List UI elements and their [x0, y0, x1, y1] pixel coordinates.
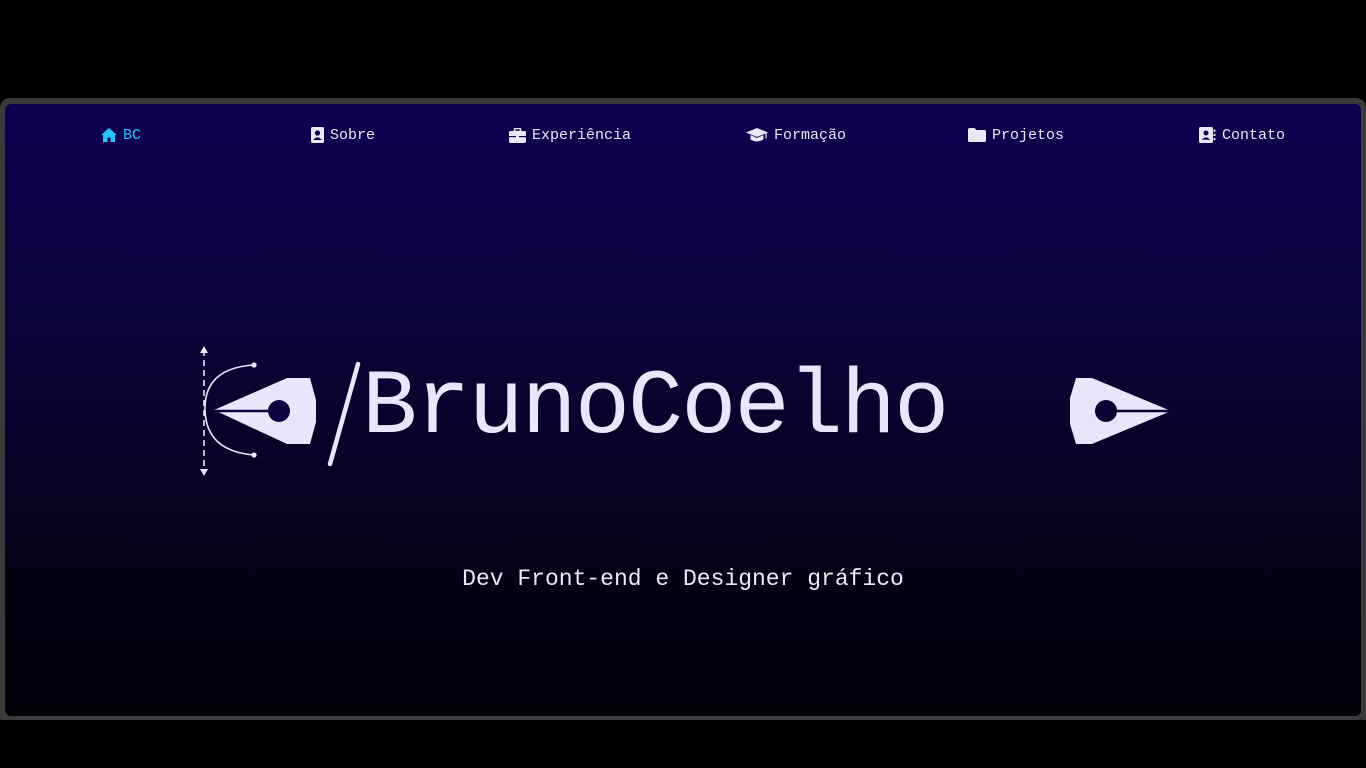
folder-icon [968, 128, 986, 142]
contact-card-icon [311, 127, 324, 143]
slash-mark [327, 361, 361, 467]
logo-wordmark: BrunoCoelho [362, 355, 949, 460]
nav-item-formacao[interactable]: Formação [746, 124, 846, 146]
nav-item-projetos[interactable]: Projetos [968, 124, 1064, 146]
pen-nib-icon [214, 378, 316, 444]
nav-item-label: Experiência [532, 126, 632, 144]
hero-panel: BC Sobre Experiência Formação Projetos C… [5, 104, 1361, 716]
browser-top-area [0, 0, 1366, 100]
nav-item-label: Formação [774, 126, 847, 144]
pen-nib-icon [1070, 378, 1171, 444]
nav-item-label: Contato [1222, 126, 1286, 144]
tagline: Dev Front-end e Designer gráfico [462, 566, 904, 592]
nav-item-contato[interactable]: Contato [1199, 124, 1285, 146]
measure-arrow-icon [200, 346, 208, 476]
nav-item-home[interactable]: BC [101, 124, 141, 146]
nav-item-sobre[interactable]: Sobre [311, 124, 375, 146]
briefcase-icon [509, 127, 526, 143]
graduation-cap-icon [746, 127, 768, 143]
address-book-icon [1199, 127, 1216, 143]
nav-item-label: BC [123, 126, 142, 144]
home-icon [101, 128, 117, 142]
nav-item-label: Projetos [992, 126, 1065, 144]
page-bottom-area [0, 720, 1366, 768]
main-nav: BC Sobre Experiência Formação Projetos C… [5, 124, 1361, 146]
nav-item-label: Sobre [330, 126, 376, 144]
nav-item-experiencia[interactable]: Experiência [509, 124, 631, 146]
